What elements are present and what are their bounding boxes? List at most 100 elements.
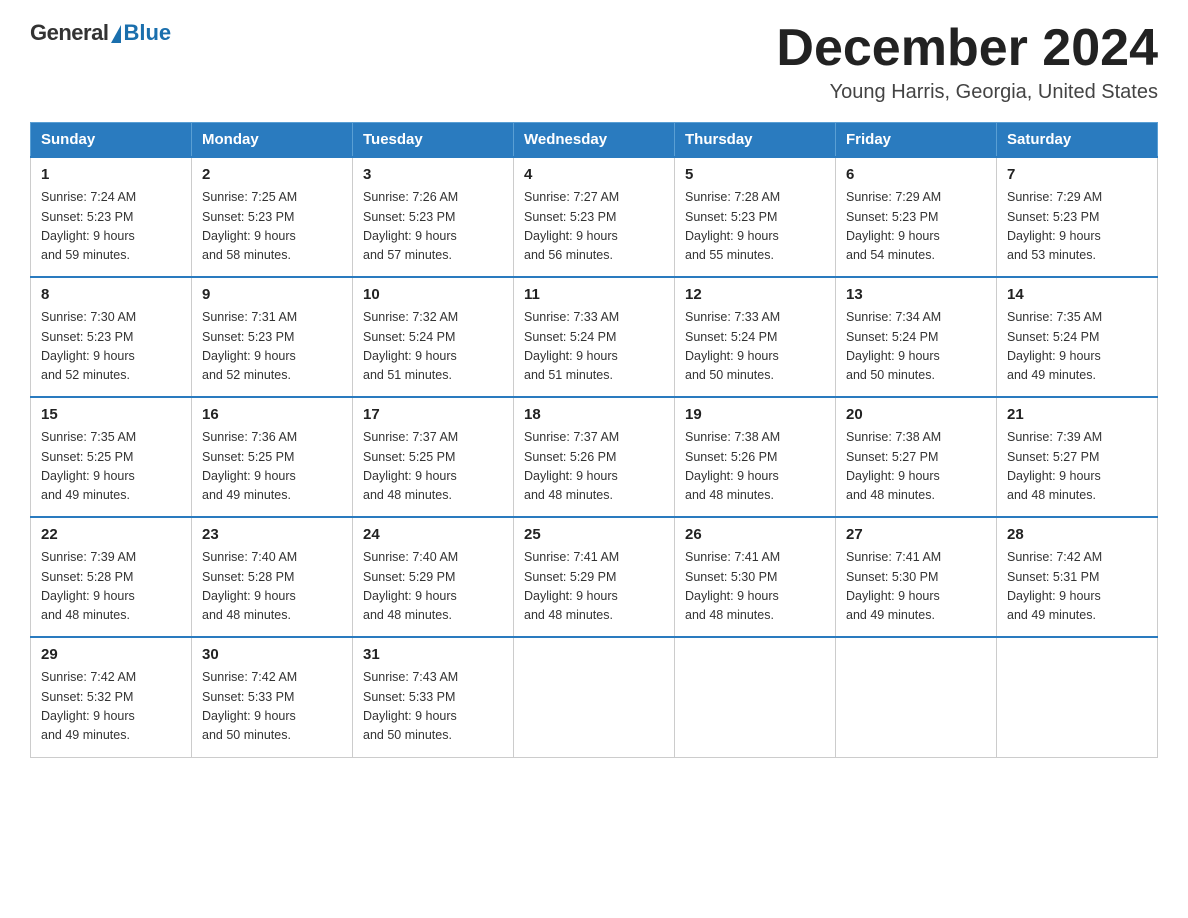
day-info: Sunrise: 7:38 AM Sunset: 5:26 PM Dayligh… <box>685 428 825 506</box>
col-saturday: Saturday <box>997 123 1158 158</box>
day-number: 24 <box>363 526 503 543</box>
day-info: Sunrise: 7:41 AM Sunset: 5:30 PM Dayligh… <box>846 548 986 626</box>
calendar-week-2: 8 Sunrise: 7:30 AM Sunset: 5:23 PM Dayli… <box>31 277 1158 397</box>
day-info: Sunrise: 7:41 AM Sunset: 5:30 PM Dayligh… <box>685 548 825 626</box>
day-info: Sunrise: 7:38 AM Sunset: 5:27 PM Dayligh… <box>846 428 986 506</box>
calendar-cell: 24 Sunrise: 7:40 AM Sunset: 5:29 PM Dayl… <box>353 517 514 637</box>
day-number: 19 <box>685 406 825 423</box>
day-number: 22 <box>41 526 181 543</box>
day-number: 23 <box>202 526 342 543</box>
calendar-cell: 12 Sunrise: 7:33 AM Sunset: 5:24 PM Dayl… <box>675 277 836 397</box>
day-info: Sunrise: 7:25 AM Sunset: 5:23 PM Dayligh… <box>202 188 342 266</box>
day-number: 21 <box>1007 406 1147 423</box>
calendar-cell: 15 Sunrise: 7:35 AM Sunset: 5:25 PM Dayl… <box>31 397 192 517</box>
calendar-week-3: 15 Sunrise: 7:35 AM Sunset: 5:25 PM Dayl… <box>31 397 1158 517</box>
day-number: 27 <box>846 526 986 543</box>
day-info: Sunrise: 7:33 AM Sunset: 5:24 PM Dayligh… <box>524 308 664 386</box>
day-number: 9 <box>202 286 342 303</box>
calendar-cell: 13 Sunrise: 7:34 AM Sunset: 5:24 PM Dayl… <box>836 277 997 397</box>
calendar-cell: 31 Sunrise: 7:43 AM Sunset: 5:33 PM Dayl… <box>353 637 514 757</box>
calendar-cell: 21 Sunrise: 7:39 AM Sunset: 5:27 PM Dayl… <box>997 397 1158 517</box>
day-number: 20 <box>846 406 986 423</box>
col-wednesday: Wednesday <box>514 123 675 158</box>
day-info: Sunrise: 7:39 AM Sunset: 5:28 PM Dayligh… <box>41 548 181 626</box>
day-info: Sunrise: 7:31 AM Sunset: 5:23 PM Dayligh… <box>202 308 342 386</box>
day-number: 29 <box>41 646 181 663</box>
page-header: General Blue December 2024 Young Harris,… <box>30 20 1158 104</box>
calendar-cell: 9 Sunrise: 7:31 AM Sunset: 5:23 PM Dayli… <box>192 277 353 397</box>
day-number: 6 <box>846 166 986 183</box>
day-info: Sunrise: 7:37 AM Sunset: 5:26 PM Dayligh… <box>524 428 664 506</box>
col-monday: Monday <box>192 123 353 158</box>
logo: General Blue <box>30 20 171 46</box>
calendar-cell: 11 Sunrise: 7:33 AM Sunset: 5:24 PM Dayl… <box>514 277 675 397</box>
calendar-cell: 6 Sunrise: 7:29 AM Sunset: 5:23 PM Dayli… <box>836 157 997 277</box>
day-number: 18 <box>524 406 664 423</box>
calendar-cell: 23 Sunrise: 7:40 AM Sunset: 5:28 PM Dayl… <box>192 517 353 637</box>
day-number: 3 <box>363 166 503 183</box>
day-number: 31 <box>363 646 503 663</box>
calendar-cell: 5 Sunrise: 7:28 AM Sunset: 5:23 PM Dayli… <box>675 157 836 277</box>
calendar-cell: 1 Sunrise: 7:24 AM Sunset: 5:23 PM Dayli… <box>31 157 192 277</box>
calendar-cell: 17 Sunrise: 7:37 AM Sunset: 5:25 PM Dayl… <box>353 397 514 517</box>
calendar-cell: 30 Sunrise: 7:42 AM Sunset: 5:33 PM Dayl… <box>192 637 353 757</box>
calendar-cell <box>675 637 836 757</box>
col-sunday: Sunday <box>31 123 192 158</box>
calendar-cell: 18 Sunrise: 7:37 AM Sunset: 5:26 PM Dayl… <box>514 397 675 517</box>
day-number: 15 <box>41 406 181 423</box>
day-info: Sunrise: 7:35 AM Sunset: 5:24 PM Dayligh… <box>1007 308 1147 386</box>
calendar-week-4: 22 Sunrise: 7:39 AM Sunset: 5:28 PM Dayl… <box>31 517 1158 637</box>
day-info: Sunrise: 7:41 AM Sunset: 5:29 PM Dayligh… <box>524 548 664 626</box>
location-title: Young Harris, Georgia, United States <box>776 81 1158 104</box>
calendar-cell: 28 Sunrise: 7:42 AM Sunset: 5:31 PM Dayl… <box>997 517 1158 637</box>
calendar-cell: 8 Sunrise: 7:30 AM Sunset: 5:23 PM Dayli… <box>31 277 192 397</box>
calendar-cell: 4 Sunrise: 7:27 AM Sunset: 5:23 PM Dayli… <box>514 157 675 277</box>
calendar-cell <box>997 637 1158 757</box>
calendar-cell: 25 Sunrise: 7:41 AM Sunset: 5:29 PM Dayl… <box>514 517 675 637</box>
day-info: Sunrise: 7:29 AM Sunset: 5:23 PM Dayligh… <box>1007 188 1147 266</box>
calendar-cell: 16 Sunrise: 7:36 AM Sunset: 5:25 PM Dayl… <box>192 397 353 517</box>
calendar-cell: 10 Sunrise: 7:32 AM Sunset: 5:24 PM Dayl… <box>353 277 514 397</box>
day-number: 12 <box>685 286 825 303</box>
title-block: December 2024 Young Harris, Georgia, Uni… <box>776 20 1158 104</box>
day-info: Sunrise: 7:32 AM Sunset: 5:24 PM Dayligh… <box>363 308 503 386</box>
calendar-cell: 22 Sunrise: 7:39 AM Sunset: 5:28 PM Dayl… <box>31 517 192 637</box>
col-thursday: Thursday <box>675 123 836 158</box>
calendar-table: Sunday Monday Tuesday Wednesday Thursday… <box>30 122 1158 758</box>
calendar-cell: 27 Sunrise: 7:41 AM Sunset: 5:30 PM Dayl… <box>836 517 997 637</box>
day-number: 17 <box>363 406 503 423</box>
calendar-cell: 14 Sunrise: 7:35 AM Sunset: 5:24 PM Dayl… <box>997 277 1158 397</box>
calendar-week-5: 29 Sunrise: 7:42 AM Sunset: 5:32 PM Dayl… <box>31 637 1158 757</box>
day-info: Sunrise: 7:28 AM Sunset: 5:23 PM Dayligh… <box>685 188 825 266</box>
day-info: Sunrise: 7:40 AM Sunset: 5:28 PM Dayligh… <box>202 548 342 626</box>
day-number: 25 <box>524 526 664 543</box>
day-info: Sunrise: 7:29 AM Sunset: 5:23 PM Dayligh… <box>846 188 986 266</box>
col-friday: Friday <box>836 123 997 158</box>
day-info: Sunrise: 7:35 AM Sunset: 5:25 PM Dayligh… <box>41 428 181 506</box>
day-info: Sunrise: 7:42 AM Sunset: 5:33 PM Dayligh… <box>202 668 342 746</box>
day-info: Sunrise: 7:34 AM Sunset: 5:24 PM Dayligh… <box>846 308 986 386</box>
day-number: 26 <box>685 526 825 543</box>
logo-general-text: General <box>30 20 108 46</box>
day-number: 5 <box>685 166 825 183</box>
logo-blue-text: Blue <box>123 20 171 46</box>
logo-triangle-icon <box>111 25 121 43</box>
day-info: Sunrise: 7:39 AM Sunset: 5:27 PM Dayligh… <box>1007 428 1147 506</box>
calendar-cell: 7 Sunrise: 7:29 AM Sunset: 5:23 PM Dayli… <box>997 157 1158 277</box>
calendar-cell: 19 Sunrise: 7:38 AM Sunset: 5:26 PM Dayl… <box>675 397 836 517</box>
calendar-cell: 26 Sunrise: 7:41 AM Sunset: 5:30 PM Dayl… <box>675 517 836 637</box>
calendar-cell: 29 Sunrise: 7:42 AM Sunset: 5:32 PM Dayl… <box>31 637 192 757</box>
day-number: 28 <box>1007 526 1147 543</box>
day-info: Sunrise: 7:42 AM Sunset: 5:32 PM Dayligh… <box>41 668 181 746</box>
day-info: Sunrise: 7:40 AM Sunset: 5:29 PM Dayligh… <box>363 548 503 626</box>
day-info: Sunrise: 7:33 AM Sunset: 5:24 PM Dayligh… <box>685 308 825 386</box>
day-number: 2 <box>202 166 342 183</box>
calendar-cell <box>514 637 675 757</box>
calendar-cell <box>836 637 997 757</box>
day-info: Sunrise: 7:26 AM Sunset: 5:23 PM Dayligh… <box>363 188 503 266</box>
day-number: 11 <box>524 286 664 303</box>
day-number: 4 <box>524 166 664 183</box>
calendar-header-row: Sunday Monday Tuesday Wednesday Thursday… <box>31 123 1158 158</box>
calendar-week-1: 1 Sunrise: 7:24 AM Sunset: 5:23 PM Dayli… <box>31 157 1158 277</box>
day-info: Sunrise: 7:42 AM Sunset: 5:31 PM Dayligh… <box>1007 548 1147 626</box>
